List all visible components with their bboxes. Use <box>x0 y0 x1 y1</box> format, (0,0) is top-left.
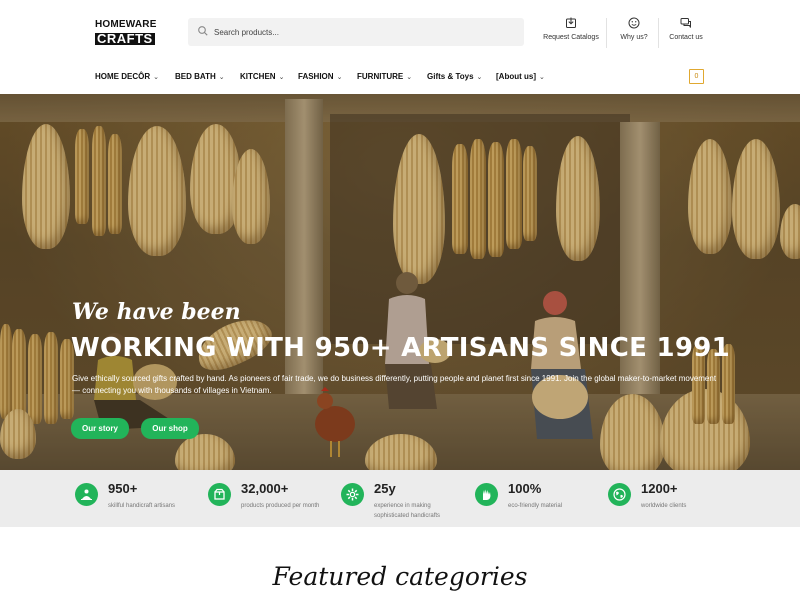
nav-item-about-us[interactable]: [About us] ⌄ <box>496 72 545 81</box>
contact-us-label: Contact us <box>669 34 703 41</box>
nav-item-home-decor[interactable]: HOME DECÔR ⌄ <box>95 72 159 81</box>
cart-count: 0 <box>694 73 699 80</box>
hero-title: WORKING WITH 950+ ARTISANS SINCE 1991 <box>71 333 731 363</box>
nav-label: FASHION <box>298 72 334 81</box>
chat-icon <box>680 18 691 28</box>
hero-description: Give ethically sourced gifts crafted by … <box>72 374 717 395</box>
nav-item-fashion[interactable]: FASHION ⌄ <box>298 72 342 81</box>
stat-value: 950+ <box>108 481 138 496</box>
header-divider <box>658 18 659 48</box>
header-divider <box>606 18 607 48</box>
stat-label: skillful handicraft artisans <box>108 503 176 509</box>
nav-label: BED BATH <box>175 72 216 81</box>
chevron-down-icon: ⌄ <box>336 74 343 81</box>
search-icon <box>198 26 208 36</box>
stat-value: 1200+ <box>641 481 678 496</box>
why-us-label: Why us? <box>620 34 648 41</box>
stat-value: 25y <box>374 481 396 496</box>
stat-value: 32,000+ <box>241 481 289 496</box>
nav-label: KITCHEN <box>240 72 276 81</box>
nav-label: HOME DECÔR <box>95 72 151 81</box>
box-icon <box>208 483 231 506</box>
hero-script-heading: We have been <box>72 299 241 325</box>
search-input[interactable] <box>212 18 512 46</box>
hero-banner: We have been WORKING WITH 950+ ARTISANS … <box>0 94 800 470</box>
chevron-down-icon: ⌄ <box>153 74 159 81</box>
nav-item-bed-bath[interactable]: BED BATH ⌄ <box>175 72 225 81</box>
catalog-download-icon <box>566 17 576 28</box>
featured-section: Featured categories <box>0 527 800 600</box>
globe-icon <box>608 483 631 506</box>
nav-label: [About us] <box>496 72 536 81</box>
nav-label: Gifts & Toys <box>427 72 474 81</box>
cart-button[interactable]: 0 <box>689 69 704 84</box>
chevron-down-icon: ⌄ <box>278 74 285 81</box>
chevron-down-icon: ⌄ <box>476 74 483 81</box>
nav-item-gifts-toys[interactable]: Gifts & Toys ⌄ <box>427 72 482 81</box>
our-story-button[interactable]: Our story <box>71 418 129 439</box>
site-header: HOMEWARE CRAFTS Request Catalogs Why us? <box>0 0 800 62</box>
hero-overlay <box>0 94 800 470</box>
smiley-icon <box>628 17 640 29</box>
brand-logo[interactable]: HOMEWARE CRAFTS <box>95 19 165 45</box>
main-nav: HOME DECÔR ⌄ BED BATH ⌄ KITCHEN ⌄ FASHION ⌄ … <box>0 62 800 94</box>
nav-item-kitchen[interactable]: KITCHEN ⌄ <box>240 72 284 81</box>
why-us-link[interactable]: Why us? <box>616 17 652 41</box>
brand-line-2: CRAFTS <box>95 31 155 46</box>
request-catalogs-link[interactable]: Request Catalogs <box>540 17 602 41</box>
stat-value: 100% <box>508 481 542 496</box>
gear-icon <box>341 483 364 506</box>
nav-item-furniture[interactable]: FURNITURE ⌄ <box>357 72 412 81</box>
nav-label: FURNITURE <box>357 72 404 81</box>
our-shop-button[interactable]: Our shop <box>141 418 199 439</box>
hand-icon <box>475 483 498 506</box>
stats-bar: 950+ skillful handicraft artisans 32,000… <box>0 470 800 527</box>
artisan-icon <box>75 483 98 506</box>
featured-categories-heading: Featured categories <box>272 562 528 591</box>
search-bar <box>188 18 524 46</box>
brand-line-1: HOMEWARE <box>95 19 157 30</box>
stat-label: eco-friendly material <box>508 503 563 509</box>
stat-label: experience in making sophisticated handi… <box>374 503 441 519</box>
chevron-down-icon: ⌄ <box>539 74 545 81</box>
contact-us-link[interactable]: Contact us <box>666 17 706 41</box>
chevron-down-icon: ⌄ <box>406 74 413 81</box>
request-catalogs-label: Request Catalogs <box>543 34 599 41</box>
stat-label: products produced per month <box>241 503 320 509</box>
chevron-down-icon: ⌄ <box>218 74 225 81</box>
stat-label: worldwide clients <box>641 503 687 509</box>
